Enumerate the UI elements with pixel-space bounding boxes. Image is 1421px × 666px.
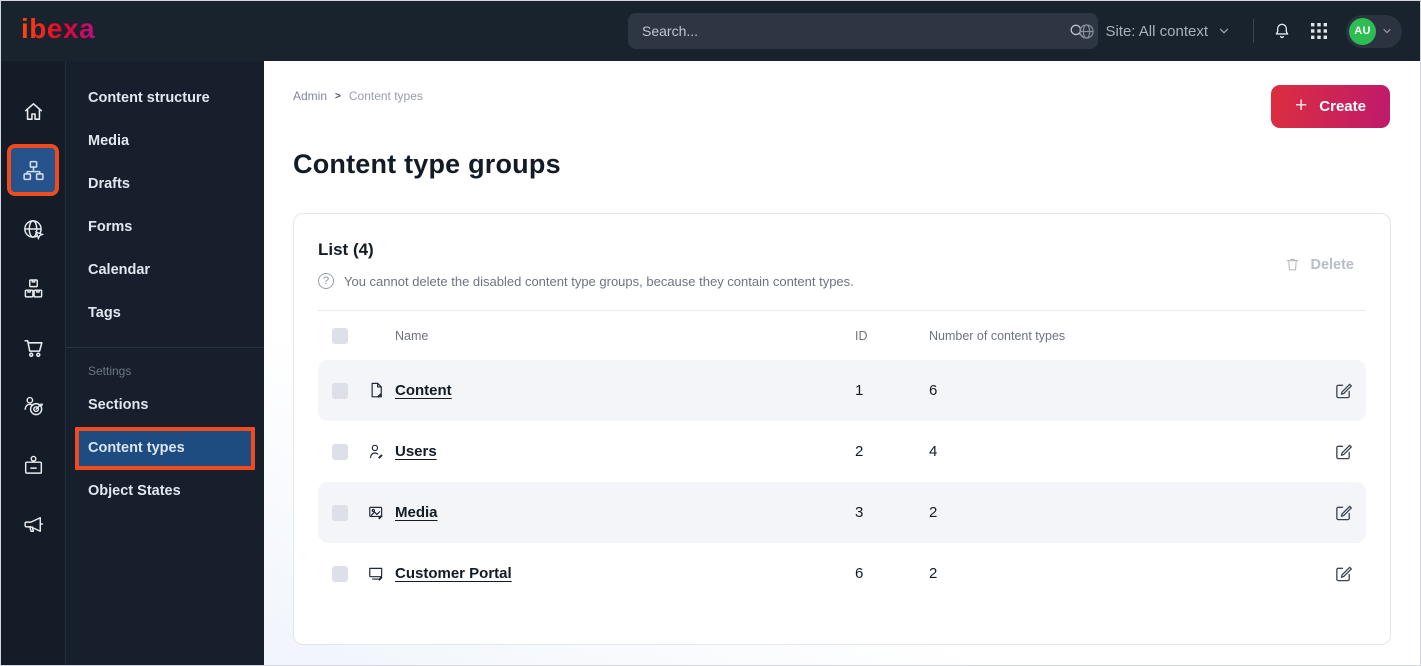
sidebar-item-content-structure[interactable]: Content structure [66, 77, 264, 120]
create-button[interactable]: + Create [1271, 85, 1390, 128]
sidebar-item-drafts[interactable]: Drafts [66, 163, 264, 206]
table-body: Content 1 6 Users 2 4 Media 3 2 Customer… [318, 360, 1366, 604]
personalization-icon[interactable] [11, 384, 55, 428]
search-input[interactable] [642, 23, 1068, 39]
group-id: 3 [855, 504, 864, 521]
main-content: Admin > Content types + Create Content t… [264, 61, 1420, 665]
app-grid-icon[interactable] [1310, 22, 1328, 40]
marketing-megaphone-icon[interactable] [11, 502, 55, 546]
image-icon [367, 503, 395, 522]
column-header-id: ID [855, 328, 868, 343]
sidebar-menu: Content structure Media Drafts Forms Cal… [65, 61, 264, 665]
group-count: 4 [929, 443, 938, 460]
list-info: ? You cannot delete the disabled content… [294, 273, 1390, 289]
select-all-checkbox[interactable] [332, 327, 348, 344]
page-title: Content type groups [293, 149, 561, 179]
admin-badge-icon[interactable] [11, 443, 55, 487]
chevron-down-icon [1383, 28, 1391, 34]
edit-icon[interactable] [1334, 503, 1353, 522]
column-header-name: Name [395, 328, 429, 343]
sidebar-item-sections[interactable]: Sections [66, 384, 264, 427]
commerce-cart-icon[interactable] [11, 325, 55, 369]
table-row: Customer Portal 6 2 [318, 543, 1366, 604]
topbar: ibexa Site: All context [1, 1, 1420, 61]
row-checkbox[interactable] [332, 504, 348, 521]
breadcrumb-separator: > [335, 90, 341, 102]
row-checkbox[interactable] [332, 382, 348, 399]
site-context-label: Site: All context [1105, 22, 1208, 40]
table-row: Users 2 4 [318, 421, 1366, 482]
settings-section-label: Settings [88, 364, 132, 378]
column-header-count: Number of content types [929, 328, 1066, 343]
breadcrumb-admin[interactable]: Admin [293, 89, 327, 103]
list-info-text: You cannot delete the disabled content t… [344, 273, 854, 289]
list-card: List (4) ? You cannot delete the disable… [293, 213, 1391, 645]
trash-icon [1287, 258, 1299, 271]
site-context-selector[interactable]: Site: All context [1077, 22, 1231, 41]
chevron-down-icon [1219, 28, 1229, 34]
table-row: Media 3 2 [318, 482, 1366, 543]
edit-icon[interactable] [1334, 381, 1353, 400]
global-search [628, 13, 1098, 49]
avatar: AU [1349, 17, 1376, 45]
delete-button[interactable]: Delete [1284, 256, 1354, 273]
group-count: 6 [929, 382, 938, 399]
file-icon [367, 381, 395, 400]
site-globe-icon[interactable] [11, 207, 55, 251]
plus-icon: + [1295, 94, 1308, 117]
table-row: Content 1 6 [318, 360, 1366, 421]
group-count: 2 [929, 504, 938, 521]
icon-rail [1, 61, 65, 665]
edit-icon[interactable] [1334, 442, 1353, 461]
globe-icon [1077, 22, 1096, 41]
content-structure-icon[interactable] [11, 148, 55, 192]
group-id: 1 [855, 382, 864, 399]
home-icon[interactable] [11, 89, 55, 133]
group-id: 6 [855, 565, 864, 582]
topbar-right: Site: All context AU [1077, 1, 1402, 61]
product-catalog-icon[interactable] [11, 266, 55, 310]
notifications-bell-icon[interactable] [1272, 21, 1292, 41]
breadcrumb: Admin > Content types [293, 89, 423, 103]
main-header: Admin > Content types + Create [293, 85, 1390, 128]
list-title: List (4) [318, 240, 374, 259]
sidebar-item-content-types[interactable]: Content types [75, 427, 255, 470]
sidebar-item-forms[interactable]: Forms [66, 206, 264, 249]
group-link[interactable]: Customer Portal [395, 565, 512, 582]
topbar-divider [1253, 19, 1254, 43]
help-icon: ? [318, 273, 334, 289]
group-id: 2 [855, 443, 864, 460]
breadcrumb-current: Content types [348, 89, 423, 103]
table-header: Name ID Number of content types [318, 311, 1366, 360]
monitor-icon [367, 564, 395, 583]
sidebar-item-media[interactable]: Media [66, 120, 264, 163]
group-link[interactable]: Media [395, 504, 438, 521]
ibexa-admin-window: ibexa Site: All context [0, 0, 1421, 666]
user-menu[interactable]: AU [1346, 14, 1402, 48]
sidebar-item-calendar[interactable]: Calendar [66, 249, 264, 292]
row-checkbox[interactable] [332, 443, 348, 460]
edit-icon[interactable] [1334, 564, 1353, 583]
sidebar-item-object-states[interactable]: Object States [66, 470, 264, 513]
group-count: 2 [929, 565, 938, 582]
sidebar-item-tags[interactable]: Tags [66, 292, 264, 335]
user-icon [367, 442, 395, 461]
group-link[interactable]: Content [395, 382, 452, 399]
group-link[interactable]: Users [395, 443, 437, 460]
row-checkbox[interactable] [332, 565, 348, 582]
ibexa-logo[interactable]: ibexa [21, 15, 95, 43]
